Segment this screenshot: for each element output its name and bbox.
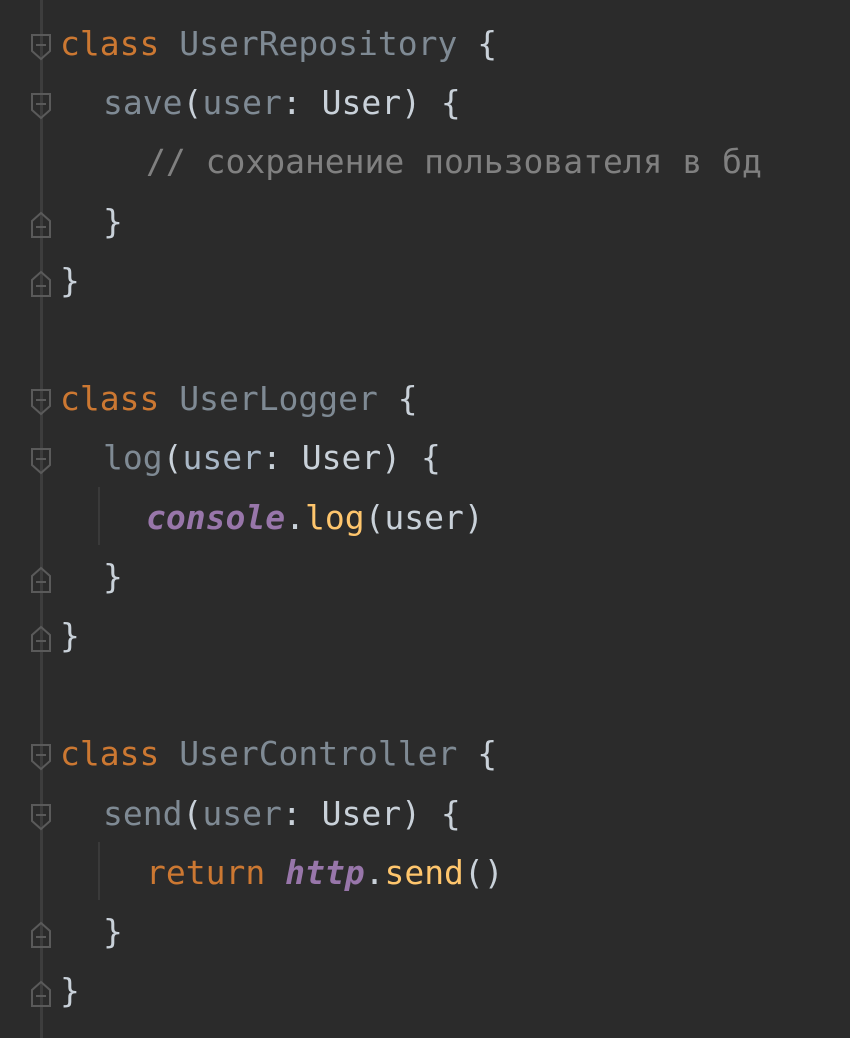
code-token: (): [463, 852, 504, 892]
code-line[interactable]: log(user: User) {: [0, 428, 850, 488]
code-text: class UserRepository {: [60, 14, 497, 74]
code-token: save: [103, 83, 183, 123]
code-token: (user): [364, 497, 484, 537]
code-text: return http.send(): [146, 843, 504, 903]
code-line[interactable]: }: [0, 606, 850, 666]
code-text: class UserLogger {: [60, 369, 418, 429]
fold-expanded-icon[interactable]: [30, 800, 52, 830]
fold-end-icon[interactable]: [30, 622, 52, 652]
code-token: }: [60, 260, 80, 300]
fold-expanded-icon[interactable]: [30, 30, 52, 61]
code-token: User: [321, 83, 402, 123]
code-token: User: [321, 793, 402, 833]
code-text: save(user: User) {: [103, 73, 461, 133]
code-editor[interactable]: class UserRepository {save(user: User) {…: [0, 0, 850, 1038]
code-token: (: [162, 438, 183, 478]
code-line[interactable]: class UserLogger {: [0, 369, 850, 429]
code-token: {: [377, 379, 418, 419]
fold-expanded-icon[interactable]: [30, 385, 52, 416]
code-line[interactable]: }: [0, 902, 850, 962]
code-line[interactable]: return http.send(): [0, 843, 850, 903]
code-token: user: [202, 83, 282, 123]
code-token: :: [261, 438, 302, 478]
fold-end-icon[interactable]: [30, 977, 52, 1008]
code-line[interactable]: [0, 665, 850, 725]
code-token: log: [304, 497, 365, 537]
code-token: send: [103, 793, 183, 833]
code-text: }: [103, 547, 123, 607]
code-token: }: [60, 616, 80, 655]
code-token: (: [182, 83, 203, 123]
code-token: user: [182, 438, 262, 478]
code-token: }: [103, 912, 123, 951]
code-line[interactable]: }: [0, 192, 850, 252]
code-token: {: [457, 734, 498, 774]
code-line[interactable]: }: [0, 547, 850, 607]
code-line[interactable]: }: [0, 251, 850, 311]
code-token: :: [281, 83, 322, 123]
code-token: }: [103, 556, 123, 596]
code-token: send: [384, 852, 464, 892]
code-token: UserRepository: [179, 24, 458, 63]
code-token: user: [202, 793, 282, 833]
code-token: .: [285, 497, 305, 537]
code-text: class UserController {: [60, 724, 497, 784]
code-token: console: [146, 497, 286, 537]
fold-end-icon[interactable]: [30, 563, 52, 593]
code-token: ) {: [401, 83, 461, 123]
code-text: }: [60, 606, 80, 666]
code-token: log: [103, 438, 163, 478]
code-text: log(user: User) {: [103, 428, 441, 488]
code-line[interactable]: save(user: User) {: [0, 73, 850, 133]
code-text: }: [60, 251, 80, 311]
code-token: UserController: [179, 734, 458, 774]
code-token: class: [60, 24, 160, 63]
fold-expanded-icon[interactable]: [30, 89, 52, 120]
code-token: User: [301, 438, 382, 478]
code-line[interactable]: console.log(user): [0, 488, 850, 548]
fold-expanded-icon[interactable]: [30, 740, 52, 771]
code-text: send(user: User) {: [103, 784, 461, 844]
code-line[interactable]: class UserRepository {: [0, 14, 850, 74]
code-text: // сохранение пользователя в бд: [146, 132, 762, 192]
code-text: }: [103, 902, 123, 962]
code-token: return: [146, 852, 266, 892]
code-line[interactable]: send(user: User) {: [0, 784, 850, 844]
code-token: class: [60, 734, 160, 774]
code-token: (: [182, 793, 203, 833]
code-token: .: [364, 852, 385, 892]
code-text: }: [103, 192, 123, 252]
code-line[interactable]: [0, 310, 850, 370]
fold-end-icon[interactable]: [30, 208, 52, 238]
code-token: // сохранение пользователя в бд: [146, 142, 762, 182]
code-token: ) {: [401, 793, 461, 833]
code-text: console.log(user): [146, 488, 484, 548]
code-token: class: [60, 379, 160, 419]
code-token: :: [281, 793, 322, 833]
code-token: }: [60, 971, 80, 1011]
fold-expanded-icon[interactable]: [30, 444, 52, 475]
code-token: ) {: [381, 438, 441, 478]
fold-end-icon[interactable]: [30, 918, 52, 948]
code-token: http: [285, 852, 365, 892]
fold-end-icon[interactable]: [30, 267, 52, 297]
code-text: }: [60, 961, 80, 1021]
code-line[interactable]: class UserController {: [0, 724, 850, 784]
code-line[interactable]: // сохранение пользователя в бд: [0, 132, 850, 192]
code-line[interactable]: }: [0, 961, 850, 1021]
code-token: UserLogger: [179, 379, 378, 419]
code-token: {: [457, 24, 498, 63]
code-token: }: [103, 201, 123, 241]
